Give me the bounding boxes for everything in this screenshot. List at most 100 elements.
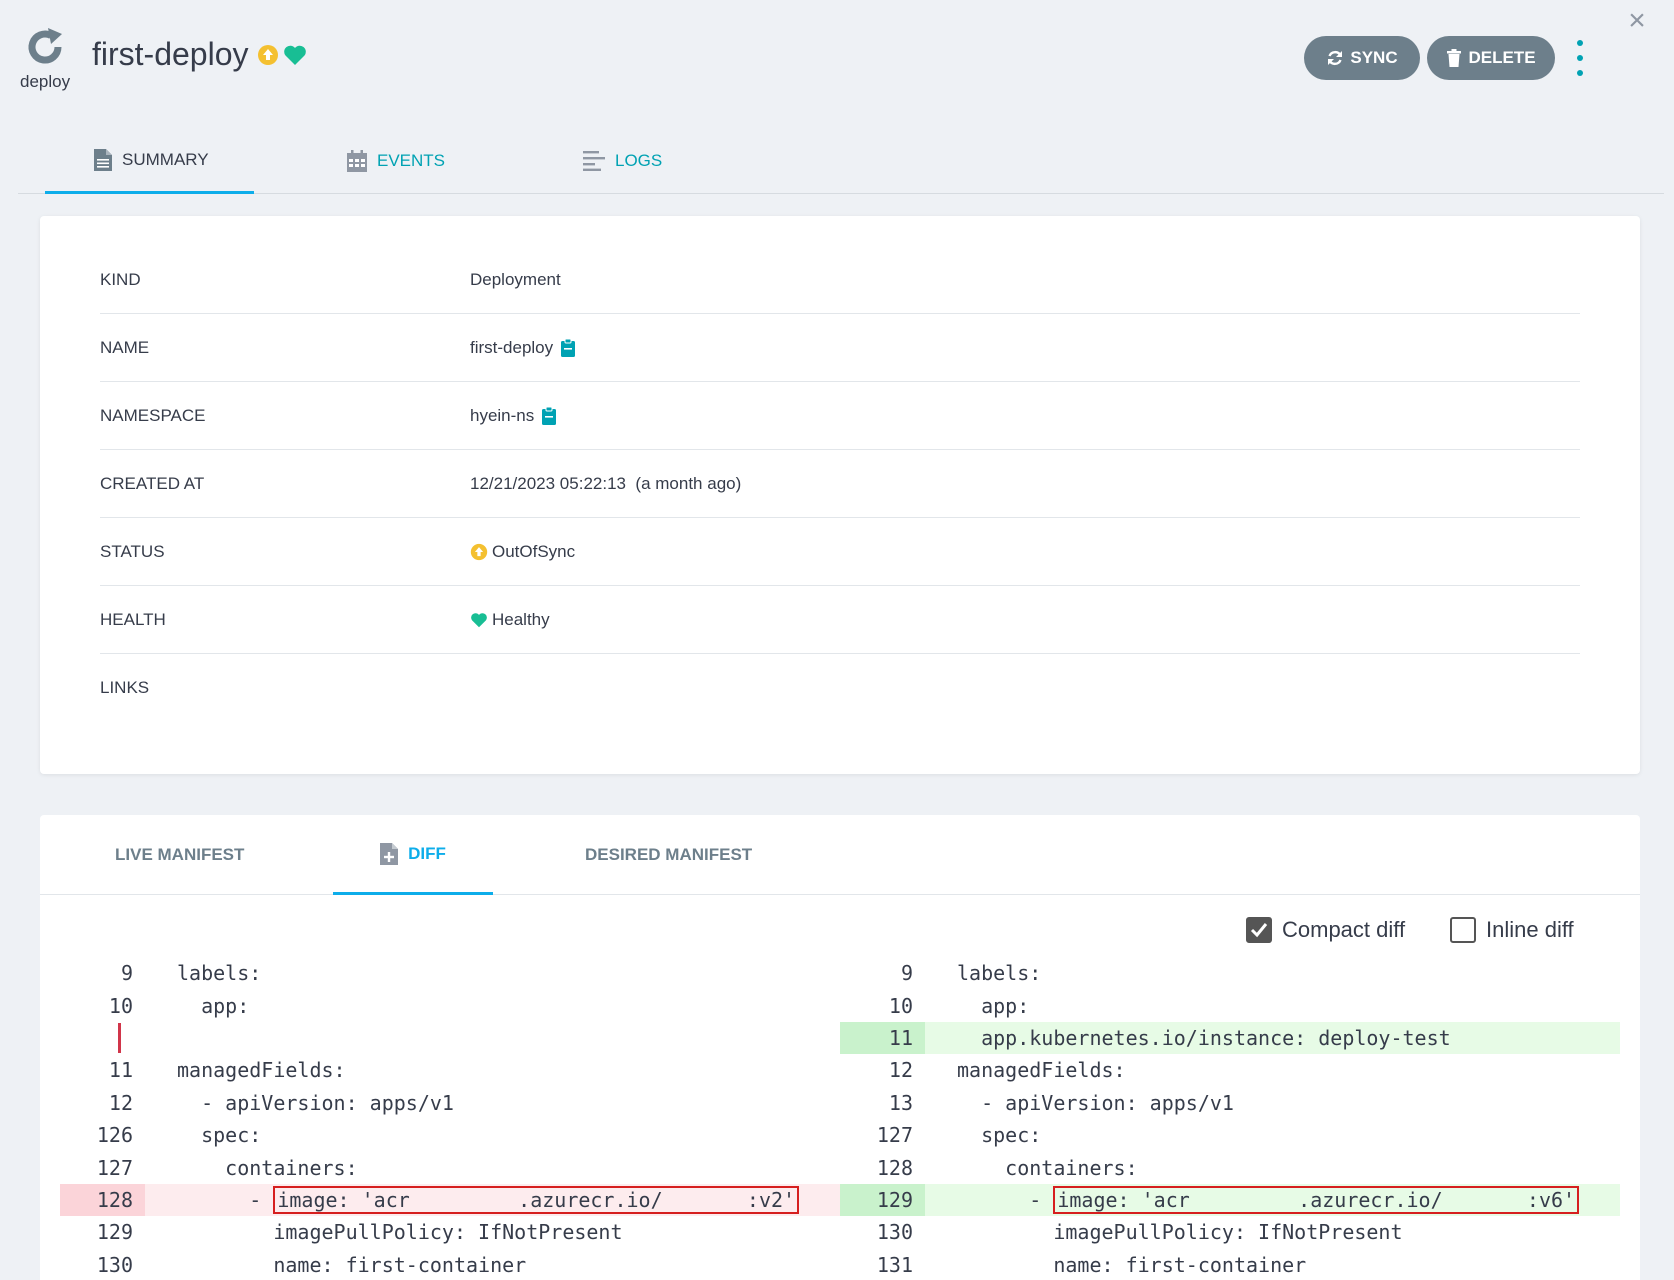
diff-line: 10 app:: [840, 989, 1620, 1021]
row-key: NAMESPACE: [100, 405, 206, 425]
tab-logs[interactable]: LOGS: [583, 128, 662, 194]
healthy-heart-icon: [283, 45, 306, 65]
line-code: - apiVersion: apps/v1: [957, 1090, 1234, 1115]
clipboard-icon[interactable]: [561, 338, 576, 357]
diff-gap-line: [60, 1022, 840, 1054]
refresh-icon: [1328, 50, 1343, 66]
diff-line: 12 managedFields:: [840, 1054, 1620, 1086]
diff-line: 11 managedFields:: [60, 1054, 840, 1086]
more-options-icon[interactable]: [1572, 40, 1588, 76]
summary-row-kind: KIND Deployment: [100, 246, 1580, 314]
compact-diff-checkbox[interactable]: [1246, 917, 1272, 943]
diff-line: 126 spec:: [60, 1119, 840, 1151]
row-value: Deployment: [470, 269, 561, 289]
sync-button[interactable]: SYNC: [1304, 36, 1420, 80]
row-value: OutOfSync: [492, 541, 576, 561]
diff-line: 13 - apiVersion: apps/v1: [840, 1087, 1620, 1119]
healthy-heart-icon: [471, 612, 487, 627]
out-of-sync-icon: [470, 543, 488, 560]
line-code: app:: [957, 993, 1030, 1018]
diff-line-removed: 128 - image: 'acr .azurecr.io/ :v2': [60, 1183, 840, 1217]
line-number: 9: [900, 961, 913, 986]
row-key: NAME: [100, 337, 150, 357]
check-icon: [1250, 923, 1268, 938]
manifest-card: LIVE MANIFEST DIFF DESIRED MANIFEST Comp…: [40, 815, 1640, 1280]
compact-diff-toggle[interactable]: Compact diff: [1246, 917, 1405, 943]
line-number: 9: [120, 961, 133, 986]
inline-diff-checkbox[interactable]: [1450, 917, 1476, 943]
line-code: managedFields:: [177, 1058, 346, 1083]
tab-diff-label: DIFF: [408, 843, 446, 863]
inline-diff-toggle[interactable]: Inline diff: [1450, 917, 1574, 943]
summary-row-status: STATUS OutOfSync: [100, 518, 1580, 586]
diff-line: 12 - apiVersion: apps/v1: [60, 1087, 840, 1119]
line-code: spec:: [177, 1123, 262, 1148]
summary-row-name: NAME first-deploy: [100, 314, 1580, 382]
highlighted-image-value: image: 'acr .azurecr.io/ :v6': [1053, 1185, 1580, 1214]
line-number: 129: [96, 1220, 133, 1245]
delete-button[interactable]: DELETE: [1427, 36, 1555, 80]
summary-row-namespace: NAMESPACE hyein-ns: [100, 382, 1580, 450]
tab-summary[interactable]: SUMMARY: [45, 128, 254, 194]
line-code: containers:: [957, 1155, 1138, 1180]
tab-live-manifest-label: LIVE MANIFEST: [115, 845, 245, 864]
tab-summary-label: SUMMARY: [122, 149, 209, 169]
summary-row-health: HEALTH Healthy: [100, 586, 1580, 654]
tab-events-label: EVENTS: [377, 151, 446, 170]
logs-icon: [583, 151, 605, 171]
line-code: containers:: [177, 1155, 358, 1180]
row-value: Healthy: [492, 609, 550, 629]
line-number: 130: [876, 1220, 913, 1245]
line-code: name: first-container: [177, 1252, 527, 1277]
removed-marker: [118, 1022, 121, 1053]
diff-line: 128 containers:: [840, 1151, 1620, 1183]
tab-diff[interactable]: DIFF: [333, 815, 493, 895]
line-prefix: -: [177, 1187, 274, 1212]
line-number: 10: [108, 993, 133, 1018]
line-code: imagePullPolicy: IfNotPresent: [177, 1220, 623, 1245]
row-key: LINKS: [100, 678, 150, 697]
diff-line: 127 containers:: [60, 1151, 840, 1183]
line-number: 131: [876, 1252, 913, 1277]
out-of-sync-icon: [257, 44, 278, 65]
row-key: CREATED AT: [100, 473, 205, 493]
line-code: name: first-container: [957, 1252, 1307, 1277]
row-key: KIND: [100, 269, 141, 289]
line-number: 11: [108, 1058, 133, 1083]
clipboard-icon[interactable]: [542, 406, 557, 425]
summary-card: KIND Deployment NAME first-deploy NAMESP…: [40, 216, 1640, 774]
tab-live-manifest[interactable]: LIVE MANIFEST: [115, 815, 244, 895]
inline-diff-label: Inline diff: [1486, 917, 1574, 942]
line-number: 128: [60, 1183, 145, 1217]
line-number: 127: [876, 1123, 913, 1148]
diff-line: 131 name: first-container: [840, 1249, 1620, 1280]
diff-line-added: 129 - image: 'acr .azurecr.io/ :v6': [840, 1183, 1620, 1217]
row-value: 12/21/2023 05:22:13 (a month ago): [470, 473, 742, 493]
highlighted-image-value: image: 'acr .azurecr.io/ :v2': [273, 1185, 800, 1214]
diff-line: 130 name: first-container: [60, 1249, 840, 1280]
tab-logs-label: LOGS: [615, 151, 663, 170]
line-prefix: -: [957, 1187, 1054, 1212]
resource-kind: deploy: [20, 26, 70, 92]
close-icon[interactable]: ×: [1624, 6, 1650, 36]
diff-line: 127 spec:: [840, 1119, 1620, 1151]
line-number: 129: [840, 1183, 925, 1217]
tab-desired-manifest[interactable]: DESIRED MANIFEST: [585, 815, 752, 895]
line-code: spec:: [957, 1123, 1042, 1148]
line-code: imagePullPolicy: IfNotPresent: [957, 1220, 1403, 1245]
diff-pane-desired: 9 labels: 10 app: 11 app.kubernetes.io/in…: [840, 957, 1620, 1280]
resource-header: deploy first-deploy SYNC DELETE ×: [0, 0, 1674, 120]
line-number: 128: [876, 1155, 913, 1180]
summary-row-created-at: CREATED AT 12/21/2023 05:22:13 (a month …: [100, 450, 1580, 518]
row-value: first-deploy: [470, 337, 554, 357]
deploy-icon: [28, 28, 62, 64]
line-number: 12: [108, 1090, 133, 1115]
line-code: labels:: [957, 961, 1042, 986]
tab-events[interactable]: EVENTS: [347, 128, 445, 194]
manifest-tabs: LIVE MANIFEST DIFF DESIRED MANIFEST: [40, 815, 1640, 895]
resource-tabs: SUMMARY EVENTS LOGS: [18, 128, 1664, 194]
line-number: 130: [96, 1252, 133, 1277]
delete-label: DELETE: [1468, 48, 1536, 67]
row-key: HEALTH: [100, 609, 166, 629]
line-code: - apiVersion: apps/v1: [177, 1090, 454, 1115]
